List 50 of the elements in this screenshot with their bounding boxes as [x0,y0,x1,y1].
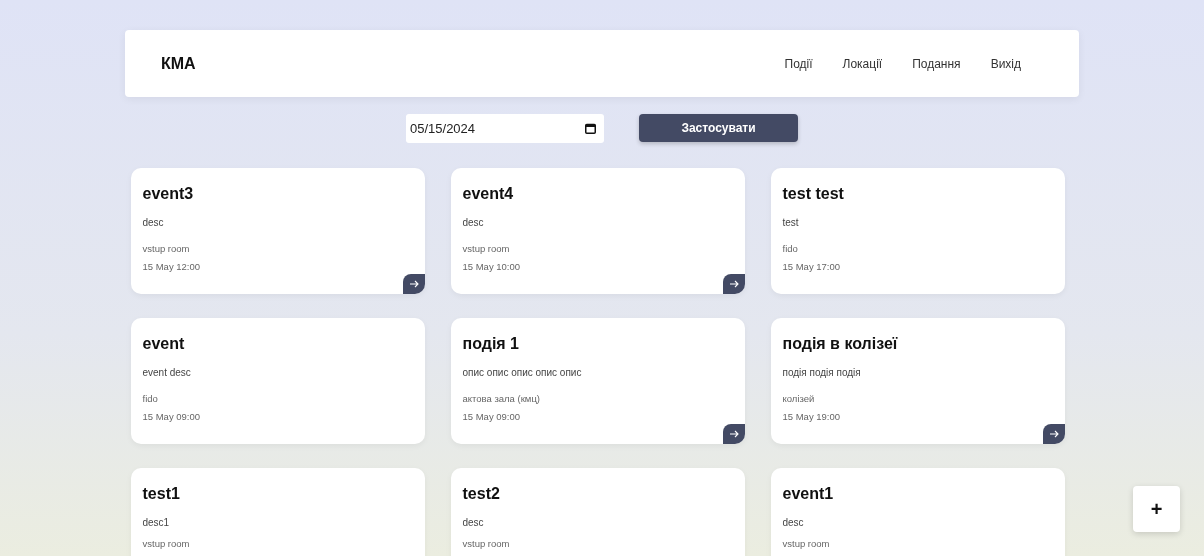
arrow-button[interactable] [722,274,745,294]
event-time: 15 May 09:00 [142,411,201,422]
event-title: test2 [462,485,500,503]
event-title: event4 [462,185,514,203]
event-title: подія 1 [462,335,519,353]
event-location: актова зала (кмц) [462,393,540,404]
event-description: опис опис опис опис опис [462,367,582,378]
nav-link[interactable]: Локації [842,56,883,71]
event-title: event3 [142,185,194,203]
arrow-button[interactable] [1042,424,1065,444]
add-button[interactable]: + [1133,486,1180,532]
arrow-icon [408,280,419,288]
event-title: event [142,335,185,353]
event-description: desc [142,217,164,228]
arrow-icon [728,280,739,288]
arrow-button[interactable] [402,274,425,294]
calendar-icon[interactable] [585,123,596,134]
arrow-button[interactable] [722,424,745,444]
event-location: fido [142,393,158,404]
event-location: fido [782,243,798,254]
event-location: vstup room [462,243,510,254]
logo: КМА [161,54,196,73]
event-location: vstup room [142,538,190,549]
event-description: desc [462,517,484,528]
event-time: 15 May 10:00 [462,261,521,272]
event-title: test test [782,185,844,203]
arrow-icon [728,430,739,438]
event-description: desc [462,217,484,228]
arrow-icon [1048,430,1059,438]
event-location: vstup room [462,538,510,549]
event-location: vstup room [782,538,830,549]
nav-link[interactable]: Події [784,56,813,71]
event-description: event desc [142,367,191,378]
apply-button[interactable]: Застосувати [639,114,798,142]
event-title: event1 [782,485,834,503]
event-time: 15 May 12:00 [142,261,201,272]
event-location: колізей [782,393,815,404]
event-time: 15 May 17:00 [782,261,841,272]
nav-link[interactable]: Подання [912,56,961,71]
event-title: test1 [142,485,180,503]
date-field[interactable]: 05/15/2024 [406,114,604,143]
event-description: desc [782,517,804,528]
event-description: подія подія подія [782,367,861,378]
nav-link[interactable]: Вихід [990,56,1021,71]
event-time: 15 May 19:00 [782,411,841,422]
event-description: desc1 [142,517,170,528]
event-title: подія в колізеї [782,335,898,353]
event-time: 15 May 09:00 [462,411,521,422]
event-description: test [782,217,799,228]
event-location: vstup room [142,243,190,254]
